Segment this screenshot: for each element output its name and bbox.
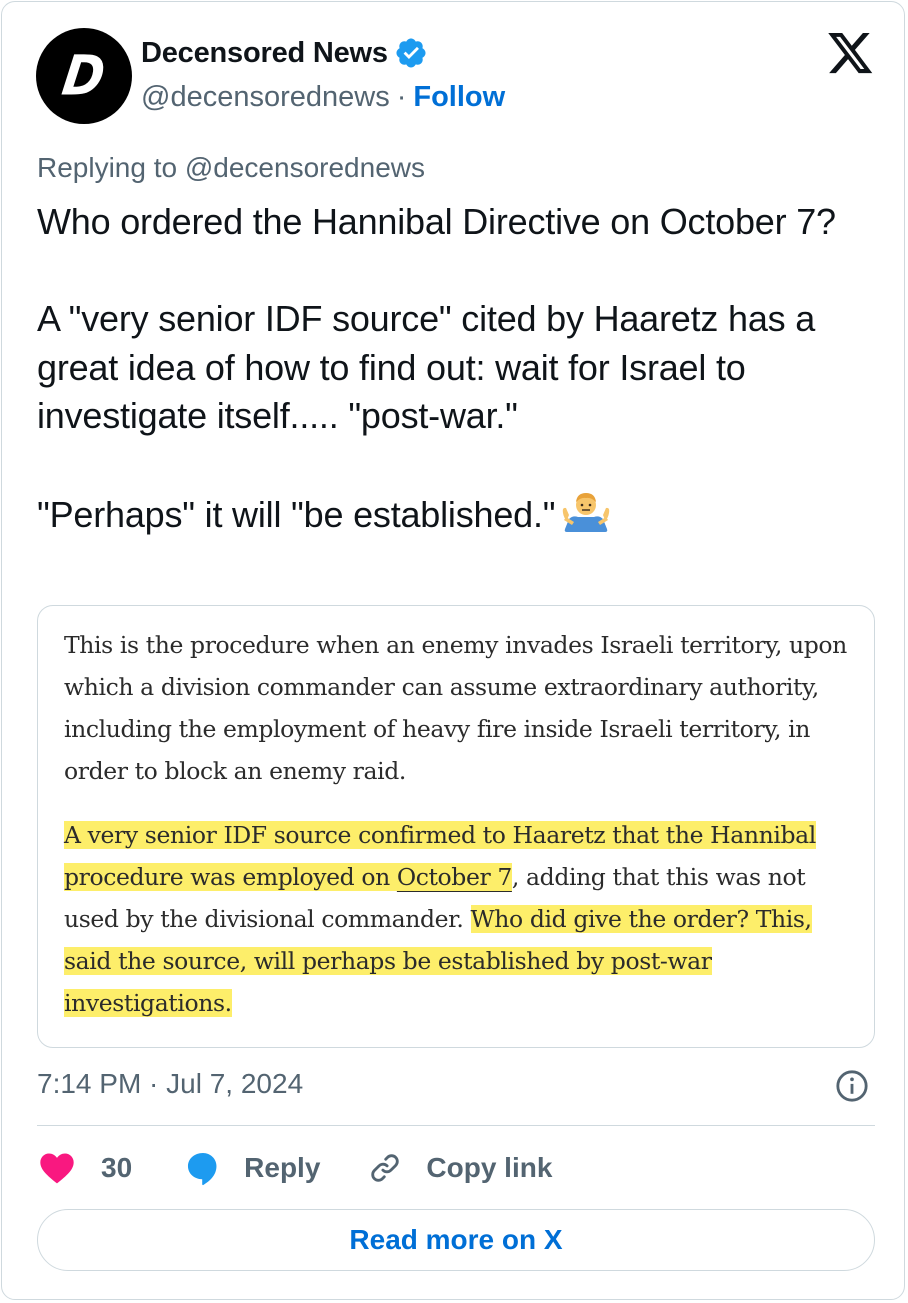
author-name[interactable]: Decensored News	[141, 37, 388, 70]
article-screenshot-image[interactable]: This is the procedure when an enemy inva…	[37, 605, 875, 1048]
author-handle-row: @decensorednews · Follow	[141, 81, 505, 114]
article-paragraph-1: This is the procedure when an enemy inva…	[64, 631, 847, 785]
tweet-body: Who ordered the Hannibal Directive on Oc…	[37, 201, 836, 535]
like-button[interactable]: 30	[37, 1148, 132, 1188]
tweet-text: Who ordered the Hannibal Directive on Oc…	[37, 198, 887, 540]
october-7-link: October 7	[396, 863, 512, 891]
copy-link-button[interactable]: Copy link	[368, 1151, 552, 1185]
avatar-letter: D	[58, 44, 110, 108]
like-count: 30	[101, 1152, 133, 1183]
replying-to-label: Replying to @decensorednews	[37, 152, 425, 183]
read-more-button[interactable]: Read more on X	[37, 1209, 875, 1271]
follow-button[interactable]: Follow	[413, 81, 505, 114]
reply-button[interactable]: Reply	[184, 1149, 320, 1187]
link-icon	[371, 1154, 400, 1182]
tweet-card: D Decensored News @decensorednews · Foll…	[1, 1, 905, 1300]
separator-dot: ·	[396, 81, 407, 113]
verified-badge-icon	[396, 38, 426, 68]
tweet-timestamp[interactable]: 7:14 PM · Jul 7, 2024	[37, 1068, 303, 1100]
action-bar: 30 Reply Copy link	[37, 1145, 552, 1191]
info-icon[interactable]	[835, 1069, 869, 1103]
copy-link-label: Copy link	[426, 1152, 553, 1183]
x-logo-icon[interactable]	[828, 33, 874, 75]
reply-bubble-icon	[188, 1152, 217, 1186]
author-name-row: Decensored News	[141, 36, 428, 70]
reply-label: Reply	[244, 1152, 321, 1183]
author-handle[interactable]: @decensorednews	[141, 81, 390, 114]
heart-icon	[40, 1153, 74, 1184]
person-shrugging-icon	[563, 493, 610, 532]
article-paragraph-2: A very senior IDF source confirmed to Ha…	[64, 814, 864, 1024]
avatar[interactable]: D	[36, 28, 132, 124]
article-text: This is the procedure when an enemy inva…	[64, 624, 864, 1024]
divider	[37, 1125, 875, 1126]
